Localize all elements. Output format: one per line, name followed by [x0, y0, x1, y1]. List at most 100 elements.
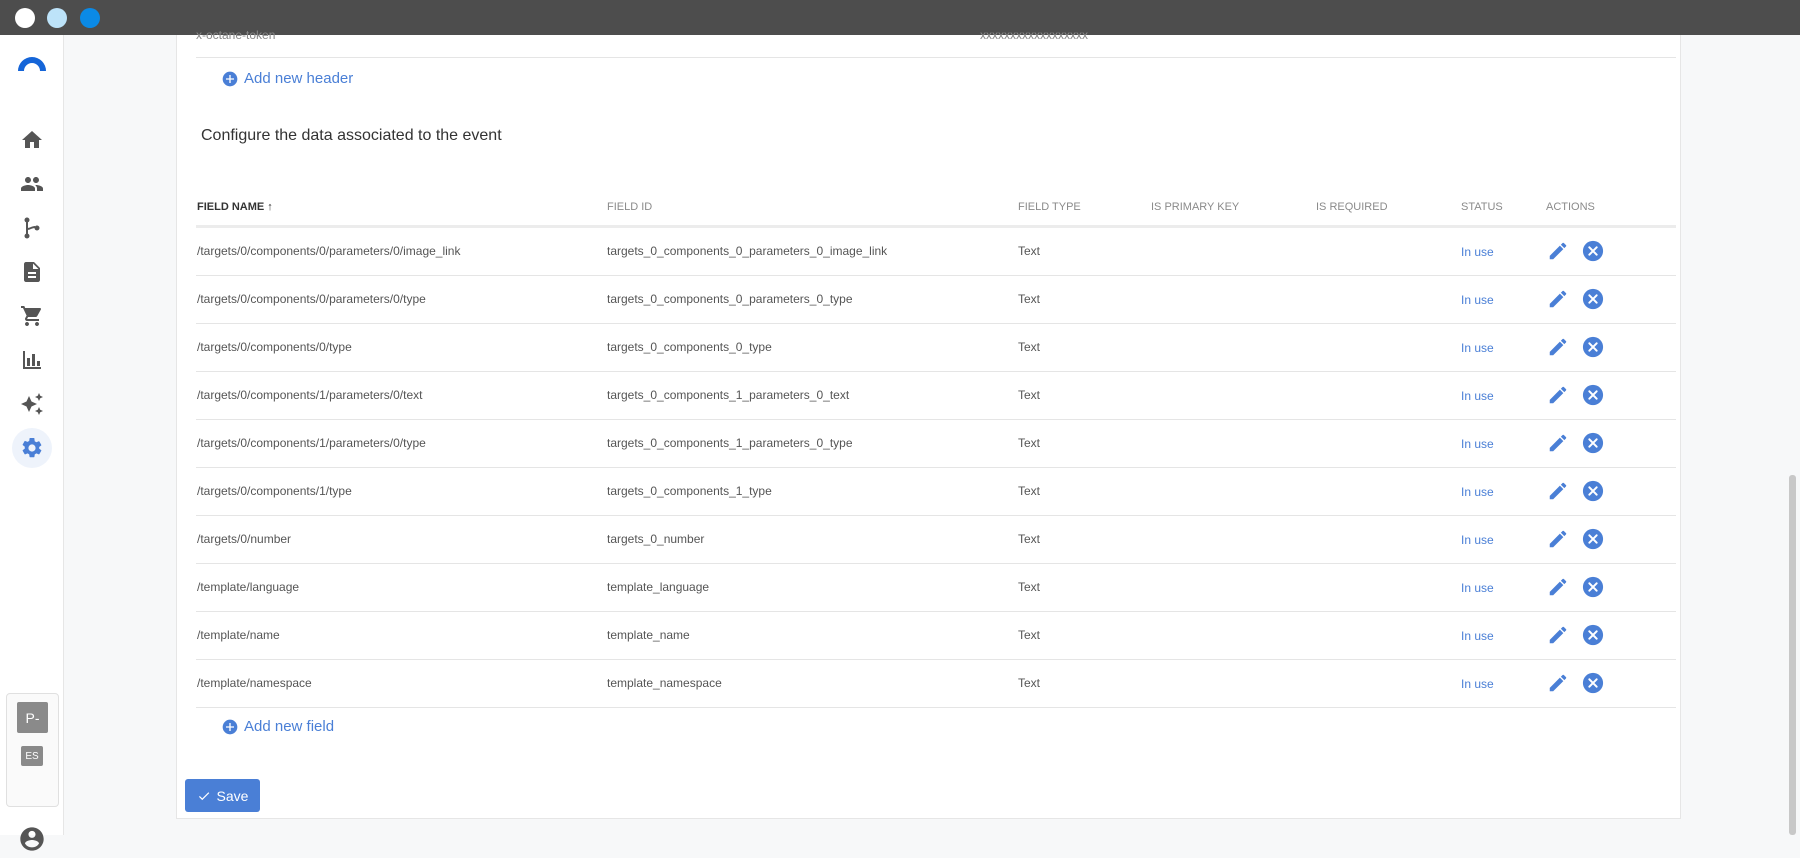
- column-header-field-name[interactable]: FIELD NAME ↑: [197, 201, 273, 213]
- add-circle-icon: [222, 71, 238, 86]
- workspace-avatar[interactable]: P-: [17, 702, 48, 733]
- delete-button[interactable]: [1582, 288, 1604, 310]
- table-row: /targets/0/components/0/type targets_0_co…: [196, 324, 1676, 372]
- window-minimize-button[interactable]: [47, 8, 67, 28]
- sidebar-item-settings[interactable]: [12, 428, 52, 468]
- app-logo[interactable]: [16, 53, 48, 73]
- pencil-icon: [1549, 386, 1567, 404]
- field-name-cell: /template/namespace: [197, 676, 312, 690]
- field-name-cell: /targets/0/components/1/type: [197, 484, 352, 498]
- workspace-switcher[interactable]: P- ES: [6, 693, 59, 807]
- table-row: /targets/0/components/0/parameters/0/ima…: [196, 228, 1676, 276]
- column-header-primary-key[interactable]: IS PRIMARY KEY: [1151, 201, 1239, 213]
- close-circle-icon: [1582, 432, 1604, 454]
- sparkle-icon: [21, 393, 43, 415]
- close-circle-icon: [1582, 240, 1604, 262]
- pencil-icon: [1549, 434, 1567, 452]
- edit-button[interactable]: [1547, 432, 1569, 454]
- window-maximize-button[interactable]: [80, 8, 100, 28]
- sidebar-item-commerce[interactable]: [12, 296, 52, 336]
- delete-button[interactable]: [1582, 432, 1604, 454]
- page-scrollbar[interactable]: [1789, 475, 1796, 835]
- column-header-field-id[interactable]: FIELD ID: [607, 201, 652, 213]
- sidebar-item-ai[interactable]: [12, 384, 52, 424]
- pencil-icon: [1549, 338, 1567, 356]
- delete-button[interactable]: [1582, 480, 1604, 502]
- field-type-cell: Text: [1018, 580, 1041, 594]
- cart-icon: [21, 306, 42, 326]
- delete-button[interactable]: [1582, 240, 1604, 262]
- edit-button[interactable]: [1547, 576, 1569, 598]
- field-id-cell: targets_0_components_1_parameters_0_type: [607, 436, 853, 450]
- sidebar-item-contacts[interactable]: [12, 164, 52, 204]
- field-type-cell: Text: [1018, 388, 1041, 402]
- table-header: FIELD NAME ↑ FIELD ID FIELD TYPE IS PRIM…: [196, 185, 1676, 228]
- edit-button[interactable]: [1547, 384, 1569, 406]
- field-id-cell: targets_0_components_1_type: [607, 484, 772, 498]
- event-config-card: x-octane-token xxxxxxxxxxxxxxxxxx Add ne…: [176, 28, 1681, 819]
- save-button[interactable]: Save: [185, 779, 260, 812]
- close-circle-icon: [1582, 576, 1604, 598]
- field-type-cell: Text: [1018, 244, 1041, 258]
- edit-button[interactable]: [1547, 240, 1569, 262]
- pencil-icon: [1549, 626, 1567, 644]
- home-icon: [22, 131, 42, 148]
- status-badge: In use: [1461, 581, 1494, 595]
- edit-button[interactable]: [1547, 624, 1569, 646]
- field-id-cell: targets_0_components_1_parameters_0_text: [607, 388, 850, 402]
- delete-button[interactable]: [1582, 336, 1604, 358]
- sidebar-item-flows[interactable]: [12, 208, 52, 248]
- field-id-cell: targets_0_components_0_parameters_0_type: [607, 292, 853, 306]
- add-circle-icon: [222, 719, 238, 734]
- sidebar-item-home[interactable]: [12, 120, 52, 160]
- table-row: /targets/0/components/1/parameters/0/typ…: [196, 420, 1676, 468]
- sidebar-item-analytics[interactable]: [12, 340, 52, 380]
- field-id-cell: targets_0_components_0_parameters_0_imag…: [607, 244, 888, 258]
- save-label: Save: [216, 787, 249, 804]
- user-account-button[interactable]: [18, 825, 46, 853]
- field-id-cell: template_namespace: [607, 676, 722, 690]
- edit-button[interactable]: [1547, 480, 1569, 502]
- delete-button[interactable]: [1582, 576, 1604, 598]
- edit-button[interactable]: [1547, 528, 1569, 550]
- field-name-cell: /template/name: [197, 628, 280, 642]
- status-badge: In use: [1461, 293, 1494, 307]
- delete-button[interactable]: [1582, 672, 1604, 694]
- field-name-cell: /targets/0/components/0/parameters/0/typ…: [197, 292, 426, 306]
- table-row: /template/namespace template_namespace Tex…: [196, 660, 1676, 708]
- column-header-required[interactable]: IS REQUIRED: [1316, 201, 1388, 213]
- close-circle-icon: [1582, 336, 1604, 358]
- delete-button[interactable]: [1582, 384, 1604, 406]
- sidebar-item-documents[interactable]: [12, 252, 52, 292]
- field-type-cell: Text: [1018, 340, 1041, 354]
- edit-button[interactable]: [1547, 672, 1569, 694]
- header-row: x-octane-token xxxxxxxxxxxxxxxxxx: [196, 28, 1676, 58]
- field-type-cell: Text: [1018, 628, 1041, 642]
- delete-button[interactable]: [1582, 528, 1604, 550]
- add-new-field-label: Add new field: [244, 718, 335, 735]
- pencil-icon: [1549, 674, 1567, 692]
- status-badge: In use: [1461, 629, 1494, 643]
- edit-button[interactable]: [1547, 336, 1569, 358]
- pencil-icon: [1549, 290, 1567, 308]
- delete-button[interactable]: [1582, 624, 1604, 646]
- people-icon: [21, 177, 43, 191]
- edit-button[interactable]: [1547, 288, 1569, 310]
- window-close-button[interactable]: [15, 8, 35, 28]
- column-header-field-type[interactable]: FIELD TYPE: [1018, 201, 1081, 213]
- field-type-cell: Text: [1018, 436, 1041, 450]
- pencil-icon: [1549, 242, 1567, 260]
- add-new-field-link[interactable]: Add new field: [222, 718, 334, 735]
- pencil-icon: [1549, 530, 1567, 548]
- field-type-cell: Text: [1018, 292, 1041, 306]
- table-row: /template/name template_name Text In use: [196, 612, 1676, 660]
- flow-icon: [24, 217, 40, 239]
- field-type-cell: Text: [1018, 676, 1041, 690]
- table-row: /targets/0/components/1/parameters/0/tex…: [196, 372, 1676, 420]
- header-value: xxxxxxxxxxxxxxxxxx: [980, 28, 1088, 42]
- add-new-header-link[interactable]: Add new header: [222, 70, 353, 87]
- close-circle-icon: [1582, 672, 1604, 694]
- language-badge[interactable]: ES: [21, 746, 43, 766]
- status-badge: In use: [1461, 533, 1494, 547]
- status-badge: In use: [1461, 389, 1494, 403]
